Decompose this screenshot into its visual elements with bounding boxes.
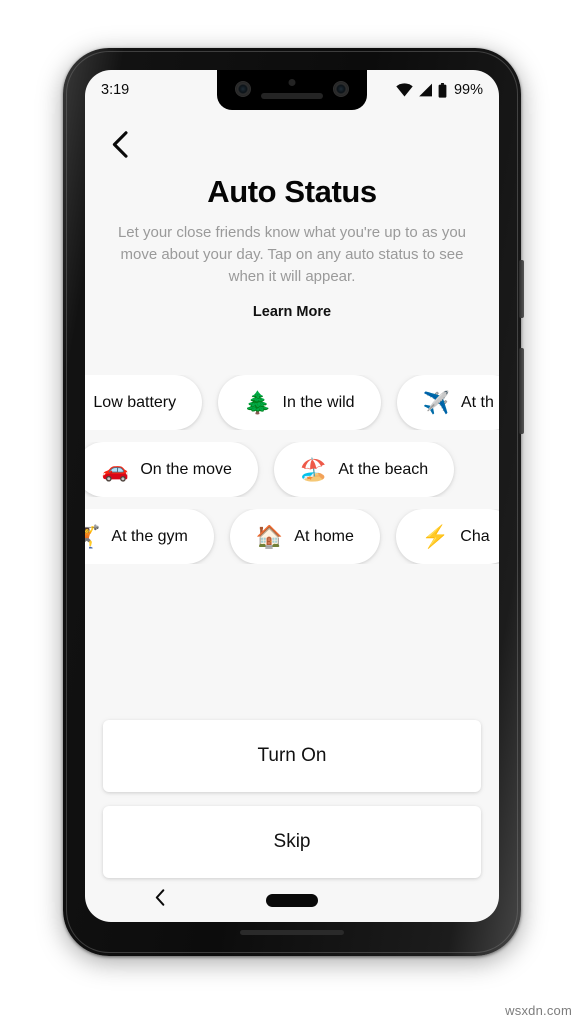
chip-at-the-airport[interactable]: ✈️ At th [396, 375, 499, 430]
status-bar-clock: 3:19 [101, 82, 130, 98]
house-icon: 🏠 [255, 523, 284, 549]
chip-label: Low battery [93, 393, 177, 411]
chip-at-the-gym[interactable]: 🏋 At the gym [85, 509, 214, 564]
chip-label: At the beach [338, 460, 429, 478]
front-camera-left-icon [235, 81, 251, 97]
nav-back-button[interactable] [147, 887, 173, 913]
wifi-icon [396, 83, 413, 97]
battery-icon [438, 82, 447, 98]
chip-label: Cha [460, 527, 490, 545]
auto-status-chip-list: 🔋 Low battery 🌲 In the wild ✈️ At th g [85, 375, 499, 564]
chip-label: At th [460, 393, 494, 411]
action-button-group: Turn On Skip [85, 720, 499, 878]
chip-low-battery[interactable]: 🔋 Low battery [85, 375, 203, 430]
watermark: wsxdn.com [505, 1003, 572, 1018]
chevron-left-icon [112, 131, 128, 163]
android-nav-bar [85, 878, 499, 922]
lightning-bolt-icon: ⚡ [421, 523, 450, 549]
phone-frame: 3:19 99% Auto Status Let your close frie… [63, 48, 524, 956]
chip-label: In the wild [282, 393, 355, 411]
home-gesture-pill[interactable] [266, 893, 318, 907]
page-subtitle: Let your close friends know what you're … [117, 224, 467, 285]
learn-more-link[interactable]: Learn More [85, 304, 499, 320]
proximity-sensor-icon [288, 79, 296, 86]
battery-percent-label: 99% [453, 82, 483, 98]
front-camera-right-icon [333, 81, 349, 97]
car-icon: 🚗 [101, 456, 130, 482]
phone-screen: 3:19 99% Auto Status Let your close frie… [85, 70, 499, 922]
chip-at-home[interactable]: 🏠 At home [229, 509, 380, 564]
display-notch [217, 70, 367, 110]
skip-button[interactable]: Skip [103, 806, 481, 878]
chip-row[interactable]: 🏋 At the gym 🏠 At home ⚡ Cha [85, 509, 499, 564]
chip-label: At the gym [111, 527, 188, 545]
power-button[interactable] [519, 260, 524, 318]
evergreen-tree-icon: 🌲 [244, 389, 272, 415]
chip-in-the-wild[interactable]: 🌲 In the wild [218, 375, 381, 430]
earpiece-speaker-icon [261, 93, 323, 99]
volume-button[interactable] [519, 348, 524, 434]
chip-row[interactable]: 🔋 Low battery 🌲 In the wild ✈️ At th [85, 375, 499, 430]
chip-label: At home [294, 527, 354, 545]
cellular-signal-icon [418, 83, 433, 97]
screen-content: Auto Status Let your close friends know … [85, 110, 499, 922]
beach-umbrella-icon: 🏖️ [299, 456, 328, 482]
chevron-left-icon [155, 889, 165, 911]
page-title: Auto Status [207, 174, 377, 209]
airplane-icon: ✈️ [422, 389, 450, 415]
status-bar-icons: 99% [396, 82, 483, 98]
chip-row[interactable]: g 🚗 On the move 🏖️ At the beach [85, 442, 499, 497]
gym-icon: 🏋 [85, 523, 101, 549]
bottom-speaker-grille [240, 930, 344, 935]
turn-on-button[interactable]: Turn On [103, 720, 481, 792]
chip-label: On the move [140, 460, 232, 478]
chip-at-the-beach[interactable]: 🏖️ At the beach [273, 442, 455, 497]
back-button[interactable] [95, 124, 145, 170]
chip-on-the-move[interactable]: 🚗 On the move [85, 442, 258, 497]
chip-charging[interactable]: ⚡ Cha [395, 509, 499, 564]
